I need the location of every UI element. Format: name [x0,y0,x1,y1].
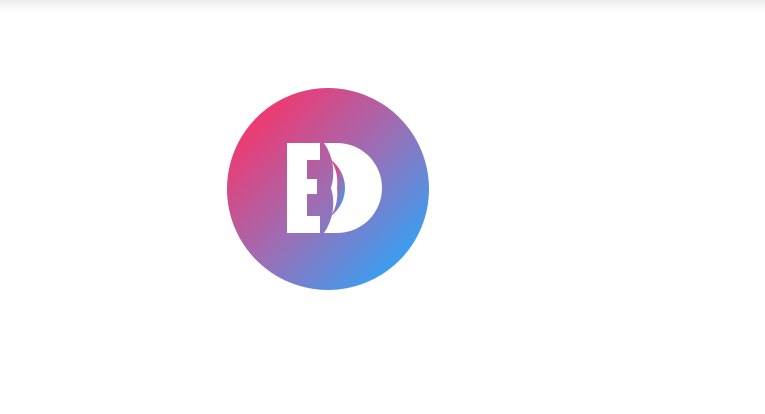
top-shadow-divider [0,0,765,14]
letter-e-glyph [287,143,320,233]
logo-circle [227,88,429,290]
ed-logo: ED [227,88,429,290]
page: ED [0,0,765,414]
ed-logo-icon: ED [227,88,429,290]
